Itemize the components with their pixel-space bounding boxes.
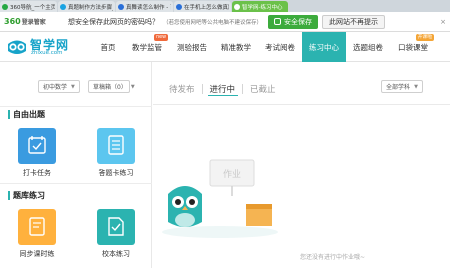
shield-icon [274, 18, 282, 25]
nav-item[interactable]: 练习中心 [302, 32, 346, 62]
sidebar: 初中数学 ▼ 草稿箱（0） ▼ 自由出题 打卡任务 答题卡练习 题库练习 同步课… [0, 62, 152, 268]
book-pencil-icon [18, 209, 56, 245]
draft-select[interactable]: 草稿箱（0） ▼ [88, 80, 135, 93]
favicon-icon [118, 3, 124, 10]
section-title-bank: 题库练习 [8, 190, 45, 201]
empty-state-text: 您还没有进行中作业哦~ [300, 254, 366, 261]
tile-label: 同步课时练 [19, 250, 55, 258]
favicon-icon [176, 3, 182, 10]
tab-pending[interactable]: 待发布 [169, 83, 195, 95]
nav-badge: 开课啦 [415, 34, 434, 41]
site-domain: zhixue.com [31, 50, 63, 56]
nav-item[interactable]: 首页 [92, 32, 124, 62]
favicon-icon [234, 3, 240, 10]
browser-tab[interactable]: 在手机上怎么做真题 - 百度经 [174, 1, 231, 12]
main-nav: 首页 教学监管 new 测验报告 精准教学 考试阅卷 练习中心 选题组卷 口袋课堂 开课啦 [92, 32, 436, 62]
browser-tab-label: 真题制作方法步骤_360搜索 [68, 4, 113, 11]
nav-item-label: 练习中心 [309, 42, 339, 52]
browser-tab-label: 在手机上怎么做真题 - 百度经 [184, 4, 229, 11]
tile-sync-practice[interactable]: 同步课时练 [18, 209, 56, 259]
tab-in-progress[interactable]: 进行中 [210, 83, 236, 95]
site-logo[interactable]: 智学网 zhixue.com [6, 36, 84, 60]
status-tabs: 待发布 进行中 已截止 [169, 83, 276, 95]
section-title-bank-text: 题库练习 [13, 191, 45, 200]
browser-tab-label: 360导航_一个主页，整个世 [10, 4, 55, 11]
nav-item-label: 首页 [100, 42, 116, 52]
nav-item[interactable]: 选题组卷 [346, 32, 390, 62]
grade-select-value: 初中数学 [43, 84, 68, 91]
browser-tab[interactable]: 360导航_一个主页，整个世 [0, 1, 57, 12]
section-title-free-text: 自由出题 [13, 110, 45, 119]
active-tab-underline [208, 95, 238, 96]
nav-item[interactable]: 考试阅卷 [258, 32, 302, 62]
chevron-down-icon: ▼ [71, 83, 75, 90]
nav-item-label: 教学监管 [132, 42, 162, 52]
nav-item[interactable]: 测验报告 [170, 32, 214, 62]
nav-item-label: 选题组卷 [353, 42, 383, 52]
tile-label: 打卡任务 [23, 169, 51, 177]
subject-select-value: 全部学科 [386, 84, 411, 91]
tab-separator [201, 84, 203, 94]
secure-save-label: 安全保存 [284, 17, 313, 26]
tile-checkin-task[interactable]: 打卡任务 [18, 128, 56, 178]
calendar-check-icon [18, 128, 56, 164]
nav-badge: new [154, 34, 168, 41]
tile-school-practice[interactable]: 校本练习 [97, 209, 135, 259]
360-logo-sub: 登录管家 [21, 19, 46, 26]
section-bar [8, 191, 10, 200]
tab-separator [242, 84, 244, 94]
owl-logo-icon [8, 40, 26, 54]
nav-item[interactable]: 口袋课堂 开课啦 [390, 32, 436, 62]
nav-item-label: 精准教学 [221, 42, 251, 52]
subject-select[interactable]: 全部学科 ▼ [381, 80, 423, 93]
browser-tab[interactable]: 真舞读怎么制作 - 百度经验 [116, 1, 173, 12]
empty-state-illustration: 作业 [162, 159, 278, 238]
tile-answer-card[interactable]: 答题卡练习 [97, 128, 135, 178]
password-question: 想安全保存此网页的密码吗？ [68, 17, 159, 26]
never-prompt-label: 此网站不再提示 [329, 17, 379, 26]
close-icon[interactable]: × [440, 18, 446, 26]
draft-select-value: 草稿箱（0） [93, 84, 127, 91]
secure-save-button[interactable]: 安全保存 [268, 14, 319, 29]
document-check-icon [97, 209, 135, 245]
empty-sign-text: 作业 [223, 168, 241, 180]
browser-tab[interactable]: 真题制作方法步骤_360搜索 [58, 1, 115, 12]
grade-select[interactable]: 初中数学 ▼ [38, 80, 80, 93]
password-note: （若您使用网吧等公共电脑不建议保存） [163, 19, 263, 26]
chevron-down-icon: ▼ [130, 83, 135, 90]
divider [153, 104, 450, 105]
site-header: 智学网 zhixue.com 首页 教学监管 new 测验报告 精准教学 考试阅卷 练习中心… [0, 32, 450, 62]
browser-tab-label: 智学网-练习中心 [242, 4, 283, 11]
grid-card-icon [97, 128, 135, 164]
section-title-free: 自由出题 [8, 109, 45, 120]
nav-item-label: 口袋课堂 [398, 42, 428, 52]
nav-item[interactable]: 教学监管 new [124, 32, 170, 62]
360-logo: 360 登录管家 [0, 12, 58, 32]
tab-closed[interactable]: 已截止 [250, 83, 276, 95]
browser-tab-label: 真舞读怎么制作 - 百度经验 [126, 4, 171, 11]
favicon-icon [60, 3, 66, 10]
tile-label: 校本练习 [102, 250, 130, 258]
360-logo-text: 360 [4, 17, 21, 26]
favicon-icon [2, 3, 8, 10]
nav-item-label: 考试阅卷 [265, 42, 295, 52]
browser-tab-bar: 360导航_一个主页，整个世 真题制作方法步骤_360搜索 真舞读怎么制作 - 百度… [0, 0, 450, 12]
never-prompt-button[interactable]: 此网站不再提示 [322, 14, 386, 29]
nav-item-label: 测验报告 [177, 42, 207, 52]
divider [0, 183, 152, 184]
password-save-bar: 360 登录管家 想安全保存此网页的密码吗？ （若您使用网吧等公共电脑不建议保存… [0, 12, 450, 32]
tile-label: 答题卡练习 [98, 169, 134, 177]
chevron-down-icon: ▼ [414, 83, 418, 90]
section-bar [8, 110, 10, 119]
divider [0, 106, 152, 107]
browser-tab[interactable]: 智学网-练习中心 [232, 1, 288, 12]
nav-item[interactable]: 精准教学 [214, 32, 258, 62]
